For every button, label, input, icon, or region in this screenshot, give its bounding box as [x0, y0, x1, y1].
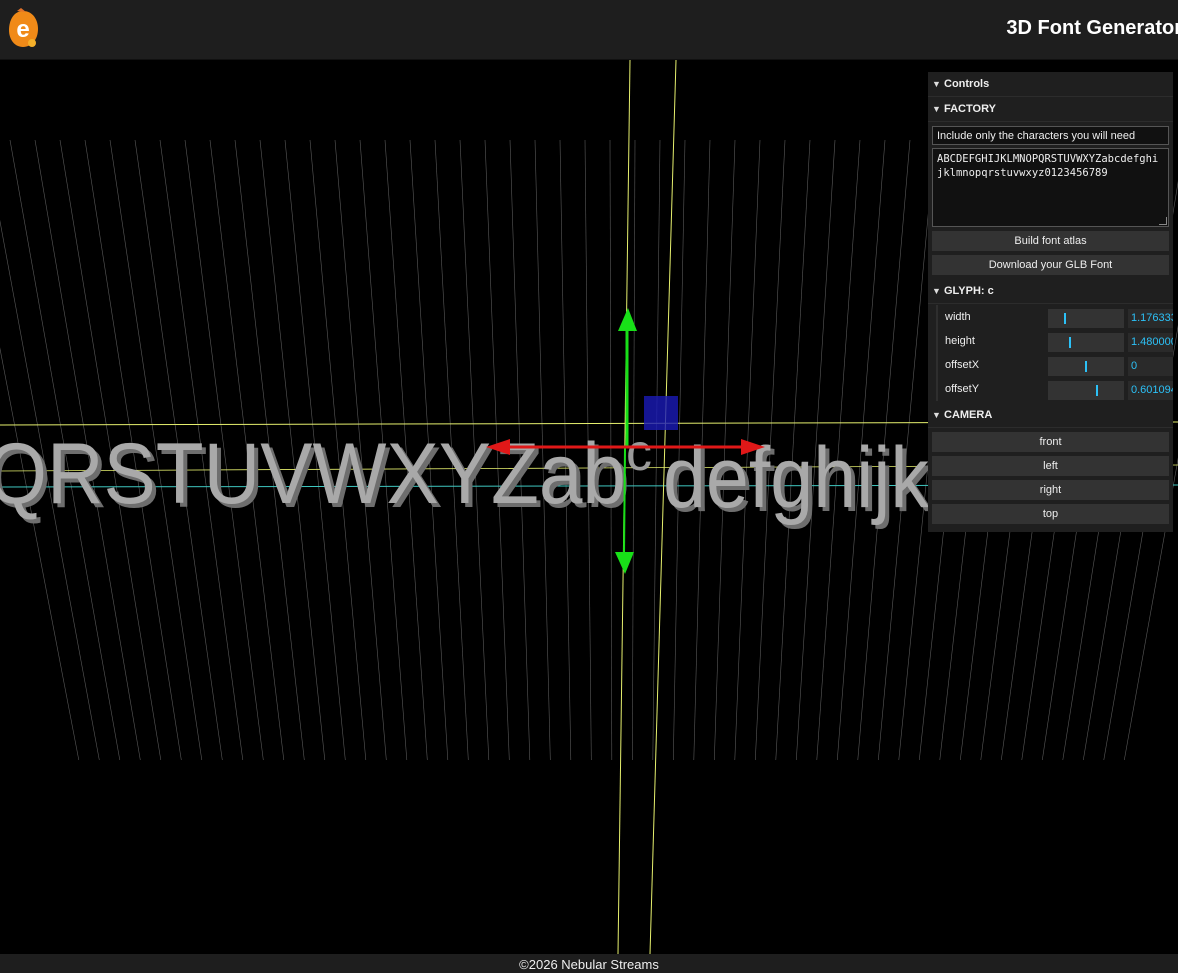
svg-text:e: e — [16, 16, 29, 43]
glyph-header[interactable]: ▼ GLYPH: c — [928, 279, 1173, 304]
slider-handle[interactable] — [1085, 361, 1087, 372]
slider-row-offsetX: offsetX 0 — [936, 353, 1173, 377]
app-logo-icon[interactable]: e — [6, 8, 40, 50]
slider-label: offsetY — [945, 383, 980, 395]
factory-folder: ▼ FACTORY Include only the characters yo… — [928, 97, 1173, 275]
camera-header[interactable]: ▼ CAMERA — [928, 403, 1173, 428]
slider-label: offsetX — [945, 359, 980, 371]
chars-textarea[interactable]: ABCDEFGHIJKLMNOPQRSTUVWXYZabcdefghijklmn… — [932, 148, 1169, 227]
footer: ©2026 Nebular Streams — [0, 954, 1178, 973]
factory-header[interactable]: ▼ FACTORY — [928, 97, 1173, 122]
copyright-text: ©2026 Nebular Streams — [519, 957, 659, 972]
glyph-row-right: defghijk — [663, 430, 930, 526]
chars-textarea-value: ABCDEFGHIJKLMNOPQRSTUVWXYZabcdefghijklmn… — [937, 153, 1159, 179]
camera-title: CAMERA — [944, 409, 993, 421]
controls-panel: ▼ Controls ▼ FACTORY Include only the ch… — [928, 72, 1173, 532]
slider-handle[interactable] — [1069, 337, 1071, 348]
slider-row-height: height 1.480000 — [936, 329, 1173, 353]
glyph-params: width 1.176333 height 1.480000 offsetX 0 offse… — [928, 304, 1173, 401]
glyph-selected[interactable]: c — [626, 424, 652, 482]
slider-label: height — [945, 335, 975, 347]
chars-hint-field[interactable]: Include only the characters you will nee… — [932, 126, 1169, 145]
slider-value-input[interactable]: 1.480000 — [1128, 333, 1173, 352]
gizmo-plane-handle[interactable] — [644, 396, 678, 430]
slider-value-input[interactable]: 0.601094 — [1128, 381, 1173, 400]
chevron-down-icon: ▼ — [932, 410, 941, 420]
camera-right-button[interactable]: right — [932, 480, 1169, 500]
camera-front-button[interactable]: front — [932, 432, 1169, 452]
slider-value-input[interactable]: 0 — [1128, 357, 1173, 376]
chevron-down-icon: ▼ — [932, 104, 941, 114]
glyph-folder: ▼ GLYPH: c width 1.176333 height 1.480000 of… — [928, 279, 1173, 401]
glyph-row-left: QRSTUVWXYZab — [0, 426, 626, 522]
camera-buttons: front left right top — [928, 428, 1173, 524]
top-bar: e 3D Font Generator — [0, 0, 1178, 60]
gizmo-y-axis-down[interactable] — [623, 447, 626, 556]
slider-row-width: width 1.176333 — [936, 305, 1173, 329]
camera-top-button[interactable]: top — [932, 504, 1169, 524]
chevron-down-icon: ▼ — [932, 79, 941, 89]
slider-handle[interactable] — [1064, 313, 1066, 324]
slider-value-input[interactable]: 1.176333 — [1128, 309, 1173, 328]
slider-handle[interactable] — [1096, 385, 1098, 396]
chevron-down-icon: ▼ — [932, 286, 941, 296]
slider-track[interactable] — [1048, 333, 1124, 352]
build-font-atlas-button[interactable]: Build font atlas — [932, 231, 1169, 251]
slider-row-offsetY: offsetY 0.601094 — [936, 377, 1173, 401]
camera-folder: ▼ CAMERA front left right top — [928, 403, 1173, 524]
camera-left-button[interactable]: left — [932, 456, 1169, 476]
controls-header[interactable]: ▼ Controls — [928, 72, 1173, 97]
glyph-text: QRSTUVWXYZab QRSTUVWXYZab c defghijk def… — [0, 424, 934, 530]
resize-grip-icon[interactable] — [1159, 217, 1167, 225]
slider-label: width — [945, 311, 971, 323]
app-title: 3D Font Generator — [1006, 17, 1178, 39]
slider-track[interactable] — [1048, 357, 1124, 376]
grid-line — [652, 139, 661, 761]
glyph-title: GLYPH: c — [944, 285, 994, 297]
slider-track[interactable] — [1048, 309, 1124, 328]
download-glb-font-button[interactable]: Download your GLB Font — [932, 255, 1169, 275]
gizmo-y-down-arrow[interactable] — [615, 552, 634, 574]
controls-title: Controls — [944, 78, 990, 90]
slider-track[interactable] — [1048, 381, 1124, 400]
factory-title: FACTORY — [944, 103, 996, 115]
